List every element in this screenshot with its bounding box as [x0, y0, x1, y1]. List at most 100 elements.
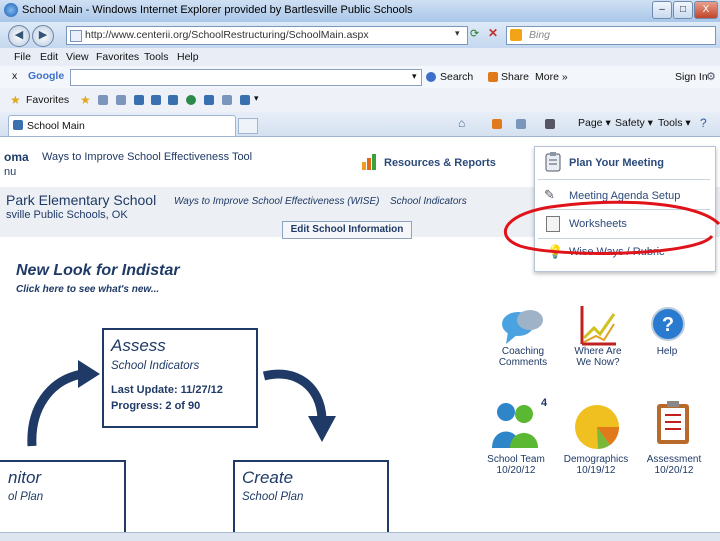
- assessment-label-line2: 10/20/12: [654, 465, 694, 476]
- menu-file[interactable]: File: [14, 51, 31, 63]
- menu-view[interactable]: View: [66, 51, 89, 63]
- forward-button[interactable]: ▶: [32, 25, 54, 47]
- refresh-icon[interactable]: ⟳: [470, 27, 479, 40]
- demographics-pie-icon[interactable]: [572, 402, 622, 452]
- coaching-label-line2: Comments: [498, 357, 548, 368]
- bookmark-m4-icon[interactable]: [204, 95, 214, 105]
- print-icon[interactable]: [545, 119, 555, 129]
- wise-link[interactable]: Ways to Improve School Effectiveness (WI…: [174, 196, 379, 207]
- help-menu-icon[interactable]: ?: [700, 116, 707, 130]
- school-team-icon[interactable]: [490, 400, 542, 450]
- monitor-card[interactable]: nitor ol Plan: [0, 460, 126, 540]
- where-are-we-now-label[interactable]: Where Are We Now?: [563, 346, 633, 368]
- whats-new-link[interactable]: Click here to see what's new...: [16, 284, 159, 295]
- where-are-we-now-icon[interactable]: [578, 304, 618, 346]
- google-toolbar: x Google ▾ Search Share More » Sign In ⚙: [0, 66, 720, 89]
- school-team-label[interactable]: School Team 10/20/12: [481, 454, 551, 476]
- help-icon[interactable]: ?: [650, 306, 686, 342]
- bookmark-m1-icon[interactable]: [134, 95, 144, 105]
- demographics-label[interactable]: Demographics 10/19/12: [561, 454, 631, 476]
- google-search-input[interactable]: [70, 69, 422, 86]
- demographics-label-line1: Demographics: [563, 454, 629, 465]
- menu-help[interactable]: Help: [177, 51, 199, 63]
- assessment-label-line1: Assessment: [646, 454, 702, 465]
- dropdown-divider: [538, 179, 710, 180]
- assess-card[interactable]: Assess School Indicators Last Update: 11…: [102, 328, 258, 428]
- stop-icon[interactable]: ✕: [488, 26, 498, 40]
- monitor-subtitle: ol Plan: [8, 491, 44, 503]
- bookmark-m3-icon[interactable]: [168, 95, 178, 105]
- favorites-button[interactable]: Favorites: [26, 94, 69, 106]
- globe-icon[interactable]: [186, 95, 196, 105]
- create-subtitle: School Plan: [242, 491, 304, 503]
- assessment-label[interactable]: Assessment 10/20/12: [639, 454, 709, 476]
- page-icon: [70, 30, 82, 42]
- resources-reports-link[interactable]: Resources & Reports: [384, 157, 496, 169]
- window-title: School Main - Windows Internet Explorer …: [22, 4, 413, 16]
- title-bar: School Main - Windows Internet Explorer …: [0, 0, 720, 23]
- bookmark-m2-icon[interactable]: [151, 95, 161, 105]
- school-indicators-link[interactable]: School Indicators: [390, 196, 467, 207]
- minimize-button[interactable]: –: [652, 1, 672, 19]
- tab-page-icon: [13, 120, 23, 130]
- monitor-title: nitor: [8, 468, 42, 487]
- dropdown-arrow-icon[interactable]: ▾: [455, 28, 460, 39]
- share-icon: [488, 72, 498, 82]
- tools-menu[interactable]: Tools ▾: [658, 117, 691, 129]
- page-bookmark-icon[interactable]: [222, 95, 232, 105]
- district-name: sville Public Schools, OK: [6, 209, 128, 221]
- google-dropdown-icon[interactable]: ▾: [412, 71, 417, 82]
- create-card[interactable]: Create School Plan: [233, 460, 389, 540]
- assess-title: Assess: [111, 336, 166, 355]
- new-tab-button[interactable]: [238, 118, 258, 134]
- ie-logo-icon: [4, 3, 18, 17]
- menu-edit[interactable]: Edit: [40, 51, 58, 63]
- state-fragment: oma: [4, 150, 29, 164]
- google-sign-in[interactable]: Sign In: [675, 71, 708, 83]
- edit-school-info-button[interactable]: Edit School Information: [282, 221, 412, 239]
- more-favorites-icon[interactable]: ▾: [254, 93, 259, 104]
- maximize-button[interactable]: □: [673, 1, 693, 19]
- page-menu[interactable]: Page ▾: [578, 117, 611, 129]
- assess-subtitle: School Indicators: [111, 360, 200, 372]
- new-look-heading: New Look for Indistar: [16, 262, 180, 279]
- home-icon[interactable]: ⌂: [458, 116, 465, 130]
- add-favorite-icon[interactable]: ★: [80, 93, 91, 107]
- help-label[interactable]: Help: [632, 346, 702, 357]
- star-icon: ★: [10, 93, 21, 107]
- menu-tools[interactable]: Tools: [144, 51, 169, 63]
- tab-label: School Main: [27, 120, 85, 132]
- google-search-button[interactable]: Search: [440, 71, 473, 83]
- slice-icon[interactable]: [116, 95, 126, 105]
- bookmark-m5-icon[interactable]: [240, 95, 250, 105]
- google-logo: Google: [28, 70, 65, 82]
- assess-last-update: Last Update: 11/27/12: [111, 384, 223, 396]
- coaching-comments-icon[interactable]: [500, 306, 546, 346]
- menu-favorites[interactable]: Favorites: [96, 51, 139, 63]
- coaching-label-line1: Coaching: [501, 346, 545, 357]
- toolbar-close-button[interactable]: x: [12, 70, 17, 82]
- feeds-icon[interactable]: [492, 119, 502, 129]
- arrow-to-assess-icon: [27, 360, 100, 447]
- address-bar[interactable]: http://www.centerii.org/SchoolRestructur…: [66, 26, 468, 45]
- where-label-line2: We Now?: [576, 357, 620, 368]
- feed-icon[interactable]: [98, 95, 108, 105]
- search-icon: [426, 72, 436, 82]
- school-name: Park Elementary School: [6, 192, 157, 208]
- plan-meeting-heading[interactable]: Plan Your Meeting: [569, 157, 664, 169]
- close-button[interactable]: X: [694, 1, 718, 19]
- search-input[interactable]: Bing: [506, 26, 716, 45]
- arrow-to-create-icon: [262, 369, 336, 442]
- tab-school-main[interactable]: School Main: [8, 115, 236, 136]
- assess-progress: Progress: 2 of 90: [111, 400, 201, 412]
- google-share-button[interactable]: Share: [501, 71, 529, 83]
- wrench-icon[interactable]: ⚙: [706, 70, 716, 83]
- google-more-button[interactable]: More »: [535, 71, 568, 83]
- coaching-comments-label[interactable]: Coaching Comments: [488, 346, 558, 368]
- app-title: Ways to Improve School Effectiveness Too…: [42, 151, 253, 163]
- assessment-clipboard-icon[interactable]: [655, 400, 691, 446]
- mail-icon[interactable]: [516, 119, 526, 129]
- back-button[interactable]: ◀: [8, 25, 30, 47]
- safety-menu[interactable]: Safety ▾: [615, 117, 653, 129]
- school-team-label-line1: School Team: [487, 454, 545, 465]
